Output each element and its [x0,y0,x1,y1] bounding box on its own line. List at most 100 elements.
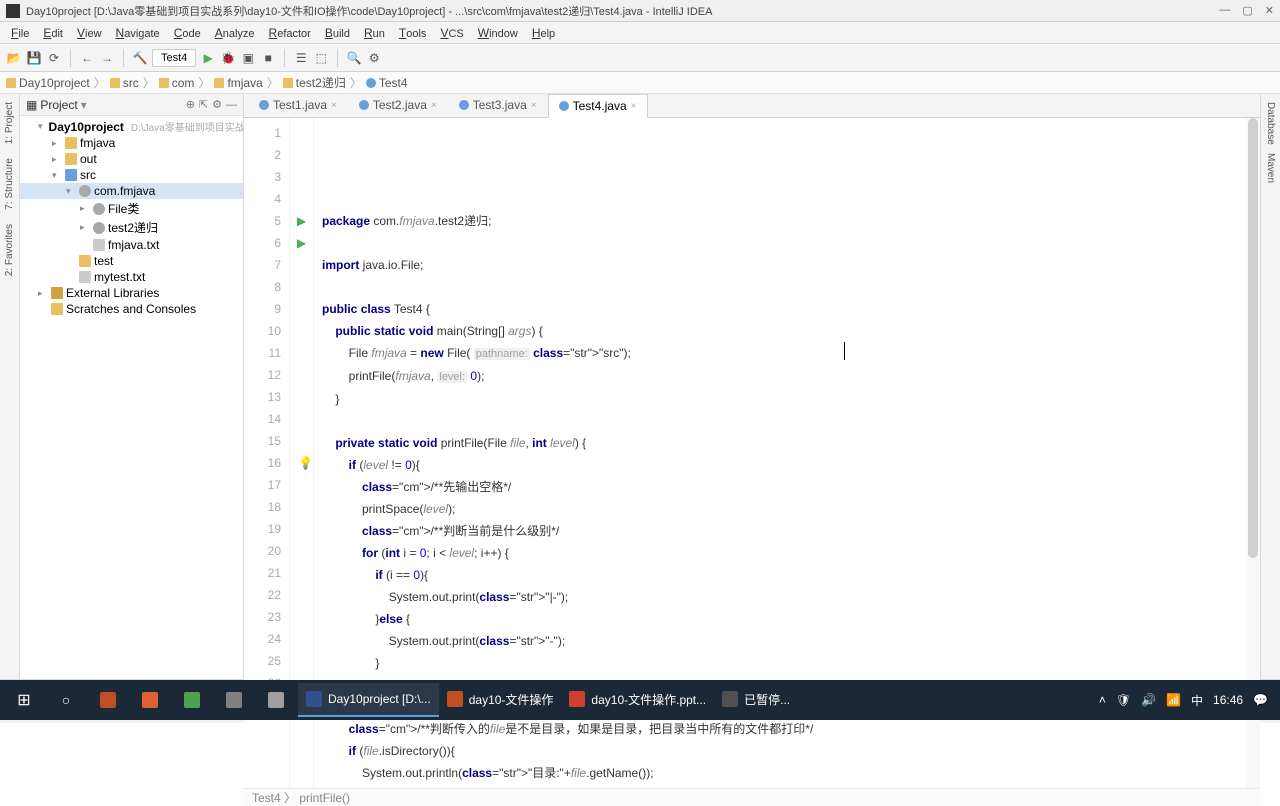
tray-chevron-icon[interactable]: ˄ [1099,693,1106,707]
project-tree[interactable]: ▾ Day10project D:\Java零基础到项目实战系列\day10-.… [20,116,243,679]
menu-help[interactable]: Help [525,23,562,43]
start-button[interactable]: ⊞ [4,683,44,717]
code-path[interactable]: Test4 〉 printFile() [252,789,350,806]
menu-edit[interactable]: Edit [36,23,70,43]
editor-tab[interactable]: Test2.java× [348,93,448,117]
app-icon[interactable] [130,683,170,717]
menu-file[interactable]: File [4,23,36,43]
menu-run[interactable]: Run [357,23,392,43]
folder-icon [159,78,169,88]
taskbar-app[interactable]: Day10project [D:\... [298,683,439,717]
tree-item[interactable]: ▸File类 [20,199,243,218]
tree-item[interactable]: ▾src [20,167,243,183]
tree-item[interactable]: fmjava.txt [20,237,243,253]
menu-vcs[interactable]: VCS [433,23,470,43]
tree-item[interactable]: mytest.txt [20,269,243,285]
settings-icon[interactable]: ⚙ [366,50,382,66]
class-icon [366,78,376,88]
tray-network-icon[interactable]: 📶 [1166,693,1181,707]
app-icon[interactable] [172,683,212,717]
tree-item[interactable]: Scratches and Consoles [20,301,243,317]
tree-item[interactable]: ▸test2递归 [20,218,243,237]
hierarchy-icon[interactable]: ⬚ [313,50,329,66]
text-cursor [844,342,845,360]
editor-tab[interactable]: Test1.java× [248,93,348,117]
taskbar-app[interactable]: 已暂停... [714,683,798,717]
minimize-button[interactable]: — [1219,4,1230,17]
breadcrumb-item[interactable]: Day10project [6,76,90,90]
run-gutter-icon[interactable]: ▶ [297,214,306,228]
tray-notifications-icon[interactable]: 💬 [1253,693,1268,707]
search-icon[interactable]: 🔍 [346,50,362,66]
breadcrumb-item[interactable]: test2递归 [283,74,346,91]
tray-volume-icon[interactable]: 🔊 [1141,693,1156,707]
search-button[interactable]: ○ [46,683,86,717]
select-opened-icon[interactable]: ⊕ [186,98,195,111]
tree-root[interactable]: ▾ Day10project D:\Java零基础到项目实战系列\day10-.… [20,118,243,135]
editor-tab[interactable]: Test4.java× [548,94,648,118]
tray-clock[interactable]: 16:46 [1213,693,1243,707]
settings-icon[interactable]: ⚙ [212,98,222,111]
taskbar-app[interactable]: day10-文件操作.ppt... [561,683,714,717]
taskbar-app[interactable]: day10-文件操作 [439,683,562,717]
tool-tab-database[interactable]: Database [1263,98,1278,149]
forward-icon[interactable]: → [99,50,115,66]
run-gutter-icon[interactable]: ▶ [297,236,306,250]
run-config-selector[interactable]: Test4 [152,49,196,67]
project-panel-title[interactable]: Project [40,98,77,112]
tool-tab-maven[interactable]: Maven [1263,149,1278,187]
system-tray[interactable]: ˄ 🛡 🔊 📶 中 16:46 💬 [1099,692,1276,709]
open-icon[interactable]: 📂 [6,50,22,66]
folder-icon [283,78,293,88]
tree-item[interactable]: ▸External Libraries [20,285,243,301]
back-icon[interactable]: ← [79,50,95,66]
hide-panel-icon[interactable]: — [226,99,237,111]
close-button[interactable]: ✕ [1265,4,1274,17]
app-icon[interactable] [88,683,128,717]
menu-window[interactable]: Window [471,23,525,43]
close-tab-icon[interactable]: × [431,100,437,111]
menu-view[interactable]: View [70,23,109,43]
tool-tab-project[interactable]: 1: Project [2,98,17,148]
maximize-button[interactable]: ▢ [1242,4,1252,17]
intention-bulb-icon[interactable]: 💡 [298,452,313,474]
menu-analyze[interactable]: Analyze [208,23,262,43]
run-icon[interactable]: ▶ [200,50,216,66]
tree-item[interactable]: test [20,253,243,269]
breadcrumb-item[interactable]: com [159,76,195,90]
stop-icon[interactable]: ■ [260,50,276,66]
breadcrumb-item[interactable]: Test4 [366,76,408,90]
coverage-icon[interactable]: ▣ [240,50,256,66]
breadcrumb-item[interactable]: fmjava [214,76,262,90]
app-icon[interactable] [256,683,296,717]
menu-refactor[interactable]: Refactor [262,23,318,43]
close-tab-icon[interactable]: × [531,100,537,111]
menu-navigate[interactable]: Navigate [109,23,167,43]
breadcrumb-item[interactable]: src [110,76,139,90]
tree-item[interactable]: ▸fmjava [20,135,243,151]
editor-tab[interactable]: Test3.java× [448,93,548,117]
class-icon [259,100,269,110]
build-icon[interactable]: 🔨 [132,50,148,66]
breadcrumb-bar[interactable]: Test4 〉 printFile() [244,788,1260,806]
structure-icon[interactable]: ☰ [293,50,309,66]
app-icon[interactable] [214,683,254,717]
scrollbar-thumb[interactable] [1248,118,1258,558]
close-tab-icon[interactable]: × [631,101,637,112]
tree-item[interactable]: ▸out [20,151,243,167]
menu-build[interactable]: Build [318,23,357,43]
close-tab-icon[interactable]: × [331,100,337,111]
tray-ime-icon[interactable]: 中 [1191,692,1203,709]
debug-icon[interactable]: 🐞 [220,50,236,66]
tree-item[interactable]: ▾com.fmjava [20,183,243,199]
tool-tab-structure[interactable]: 7: Structure [2,154,17,214]
class-icon [359,100,369,110]
tool-tab-favorites[interactable]: 2: Favorites [2,220,17,280]
menu-code[interactable]: Code [167,23,208,43]
breadcrumb: Day10project〉src〉com〉fmjava〉test2递归〉Test… [0,72,1280,94]
menu-tools[interactable]: Tools [392,23,434,43]
save-icon[interactable]: 💾 [26,50,42,66]
collapse-all-icon[interactable]: ⇱ [199,98,208,111]
tray-security-icon[interactable]: 🛡 [1116,693,1131,707]
refresh-icon[interactable]: ⟳ [46,50,62,66]
